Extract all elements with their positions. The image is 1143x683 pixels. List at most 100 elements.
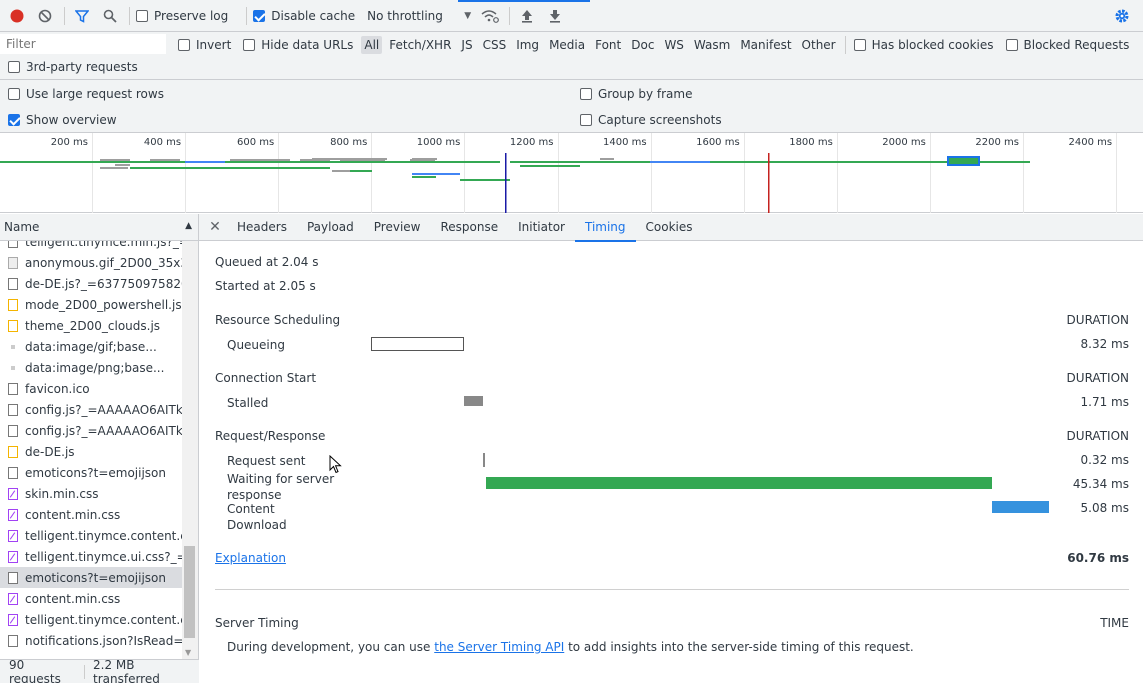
type-filter-fetch-xhr[interactable]: Fetch/XHR — [386, 36, 454, 54]
tab-cookies[interactable]: Cookies — [636, 214, 703, 241]
detail-tabs: ✕ Headers Payload Preview Response Initiator… — [199, 214, 1143, 242]
toolbar-separator — [509, 6, 511, 25]
tab-initiator[interactable]: Initiator — [508, 214, 575, 241]
scroll-down-icon[interactable]: ▼ — [185, 648, 191, 657]
timeline-segment — [130, 167, 330, 169]
timeline-segment — [230, 159, 290, 161]
duration-column-header: DURATION — [1066, 371, 1129, 385]
sort-ascending-icon: ▲ — [185, 221, 192, 231]
request-row[interactable]: telligent.tinymce.content.css — [0, 525, 182, 546]
third-party-checkbox[interactable]: 3rd-party requests — [8, 60, 138, 74]
tab-response[interactable]: Response — [430, 214, 508, 241]
request-row[interactable]: theme_2D00_clouds.js — [0, 315, 182, 336]
request-rows: telligent.tinymce.min.js?_=637 anonymous.… — [0, 241, 182, 659]
type-filter-manifest[interactable]: Manifest — [737, 36, 794, 54]
filter-bar: Invert Hide data URLs AllFetch/XHRJS CSSI… — [0, 32, 1143, 80]
request-name: telligent.tinymce.content.css — [25, 528, 182, 543]
request-row[interactable]: emoticons?t=emojijson — [0, 462, 182, 483]
large-rows-checkbox[interactable]: Use large request rows — [8, 87, 164, 101]
server-timing-api-link[interactable]: the Server Timing API — [434, 640, 564, 654]
request-row[interactable]: telligent.tinymce.content.css — [0, 609, 182, 630]
filter-icon[interactable] — [71, 5, 93, 27]
upload-icon[interactable] — [516, 5, 538, 27]
invert-checkbox[interactable]: Invert — [178, 38, 231, 52]
timeline-segment — [412, 173, 460, 175]
type-filter-js[interactable]: JS — [458, 36, 475, 54]
type-filter-css[interactable]: CSS — [480, 36, 510, 54]
hide-data-urls-checkbox[interactable]: Hide data URLs — [243, 38, 353, 52]
request-name: data:image/png;base... — [25, 360, 165, 375]
request-name: de-DE.js?_=637750975820000 — [25, 276, 182, 291]
timing-section-title: Connection Start — [215, 371, 317, 385]
request-row[interactable]: content.min.css — [0, 588, 182, 609]
timeline-segment — [185, 161, 225, 163]
request-row[interactable]: emoticons?t=emojijson — [0, 567, 182, 588]
capture-screenshots-checkbox[interactable]: Capture screenshots — [580, 113, 722, 127]
request-row[interactable]: de-DE.js?_=637750975820000 — [0, 273, 182, 294]
group-by-frame-checkbox[interactable]: Group by frame — [580, 87, 692, 101]
throttling-select[interactable]: No throttling ▼ — [367, 9, 471, 23]
request-row[interactable]: config.js?_=AAAAAO6AITk%3 — [0, 420, 182, 441]
request-row[interactable]: notifications.json?IsRead=fals — [0, 630, 182, 651]
has-blocked-cookies-checkbox[interactable]: Has blocked cookies — [853, 38, 994, 52]
type-filter-img[interactable]: Img — [513, 36, 542, 54]
stylesheet-icon — [8, 487, 18, 500]
request-row[interactable]: skin.min.css — [0, 483, 182, 504]
tab-preview[interactable]: Preview — [364, 214, 431, 241]
request-list-scrollbar[interactable]: ▼ — [182, 241, 198, 659]
filter-input[interactable] — [0, 34, 166, 54]
type-filter-ws[interactable]: WS — [661, 36, 686, 54]
show-overview-label: Show overview — [26, 113, 117, 127]
disable-cache-checkbox[interactable]: Disable cache — [253, 9, 355, 23]
record-stop-icon[interactable] — [6, 5, 28, 27]
request-row[interactable]: config.js?_=AAAAAO6AITk%3 — [0, 399, 182, 420]
preserve-log-checkbox[interactable]: Preserve log — [136, 9, 228, 23]
name-column-header[interactable]: Name ▲ — [0, 214, 198, 241]
timeline-segment — [0, 161, 100, 163]
type-filter-font[interactable]: Font — [592, 36, 624, 54]
request-name: config.js?_=AAAAAO6AITk%3 — [25, 423, 182, 438]
checkbox-box — [8, 61, 20, 73]
tab-timing[interactable]: Timing — [574, 214, 636, 242]
checkbox-box — [580, 88, 592, 100]
type-filter-doc[interactable]: Doc — [628, 36, 657, 54]
request-row[interactable]: content.min.css — [0, 504, 182, 525]
request-row[interactable]: favicon.ico — [0, 378, 182, 399]
blocked-requests-checkbox[interactable]: Blocked Requests — [1005, 38, 1129, 52]
download-icon[interactable] — [544, 5, 566, 27]
scrollbar-thumb[interactable] — [184, 546, 195, 638]
request-detail: ✕ Headers Payload Preview Response Initiator… — [199, 214, 1143, 683]
timeline-segment — [100, 159, 130, 161]
document-icon — [8, 241, 18, 248]
explanation-link[interactable]: Explanation — [215, 551, 286, 565]
gear-icon[interactable] — [1111, 5, 1133, 27]
timeline-segment — [412, 158, 437, 160]
request-row[interactable]: data:image/png;base... — [0, 357, 182, 378]
request-name: theme_2D00_clouds.js — [25, 318, 161, 333]
request-name: telligent.tinymce.content.css — [25, 612, 182, 627]
tab-payload[interactable]: Payload — [297, 214, 364, 241]
tab-headers[interactable]: Headers — [227, 214, 297, 241]
request-row[interactable]: data:image/gif;base... — [0, 336, 182, 357]
type-filter-other[interactable]: Other — [799, 36, 839, 54]
type-filter-all[interactable]: All — [361, 36, 383, 54]
type-filter-wasm[interactable]: Wasm — [691, 36, 733, 54]
show-overview-checkbox[interactable]: Show overview — [8, 113, 117, 127]
wifi-settings-icon[interactable] — [479, 5, 501, 27]
close-icon[interactable]: ✕ — [205, 214, 225, 241]
document-icon — [8, 403, 18, 416]
search-icon[interactable] — [99, 5, 121, 27]
clear-icon[interactable] — [34, 5, 56, 27]
type-filter-media[interactable]: Media — [546, 36, 588, 54]
request-row[interactable]: telligent.tinymce.min.js?_=637 — [0, 241, 182, 252]
request-row[interactable]: anonymous.gif_2D00_35x35x. — [0, 252, 182, 273]
request-row[interactable]: telligent.tinymce.ui.css?_=637 — [0, 546, 182, 567]
request-row[interactable]: de-DE.js — [0, 441, 182, 462]
request-row[interactable]: mode_2D00_powershell.js — [0, 294, 182, 315]
timeline-overview[interactable]: 200 ms 400 ms 600 ms 800 ms 1000 ms 1200 ms 14… — [0, 133, 1143, 213]
name-header-label: Name — [4, 220, 40, 234]
data-url-icon — [11, 344, 15, 349]
request-name: skin.min.css — [25, 486, 99, 501]
request-name: data:image/gif;base... — [25, 339, 157, 354]
queued-at: Queued at 2.04 s — [215, 255, 319, 269]
